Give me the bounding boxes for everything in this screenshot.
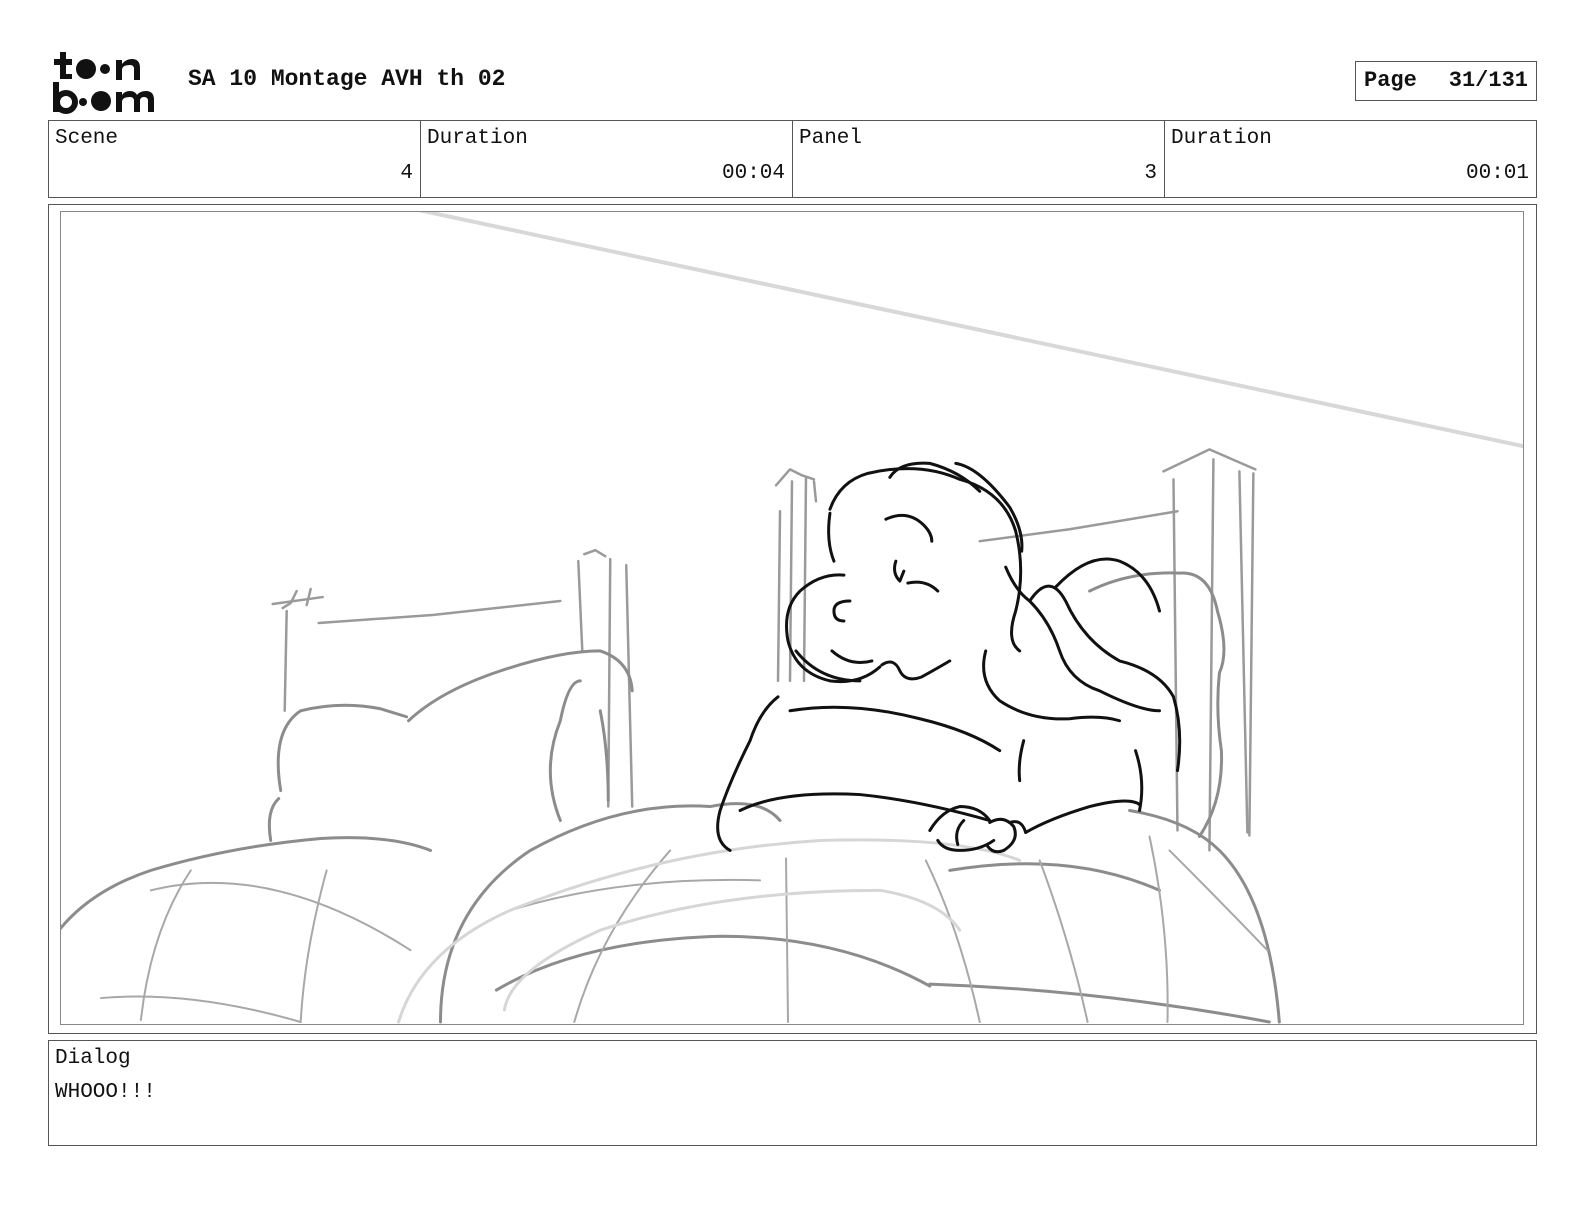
- page-number: 31/131: [1448, 68, 1528, 93]
- panel-duration-label: Duration: [1171, 127, 1272, 150]
- panel-safe-area: [60, 211, 1524, 1025]
- page-label: Page: [1364, 68, 1417, 93]
- project-title: SA 10 Montage AVH th 02: [188, 66, 506, 92]
- scene-duration-cell: Duration 00:04: [421, 121, 793, 197]
- scene-label: Scene: [55, 127, 119, 150]
- storyboard-panel: [48, 204, 1537, 1034]
- dialog-text: WHOOO!!!: [55, 1081, 156, 1104]
- toon-boom-logo: [50, 50, 166, 114]
- panel-cell: Panel 3: [793, 121, 1165, 197]
- scene-duration-value: 00:04: [721, 162, 785, 185]
- scene-info-row: Scene 4 Duration 00:04 Panel 3 Duration …: [48, 120, 1537, 198]
- panel-duration-cell: Duration 00:01: [1165, 121, 1536, 197]
- panel-duration-value: 00:01: [1465, 162, 1529, 185]
- panel-label: Panel: [799, 127, 863, 150]
- scene-cell: Scene 4: [49, 121, 421, 197]
- dialog-box: Dialog WHOOO!!!: [48, 1040, 1537, 1146]
- panel-sketch: [61, 212, 1523, 1024]
- panel-value: 3: [1144, 162, 1157, 185]
- scene-value: 4: [400, 162, 413, 185]
- page-indicator: Page 31/131: [1355, 61, 1537, 101]
- dialog-label: Dialog: [55, 1047, 131, 1070]
- scene-duration-label: Duration: [427, 127, 528, 150]
